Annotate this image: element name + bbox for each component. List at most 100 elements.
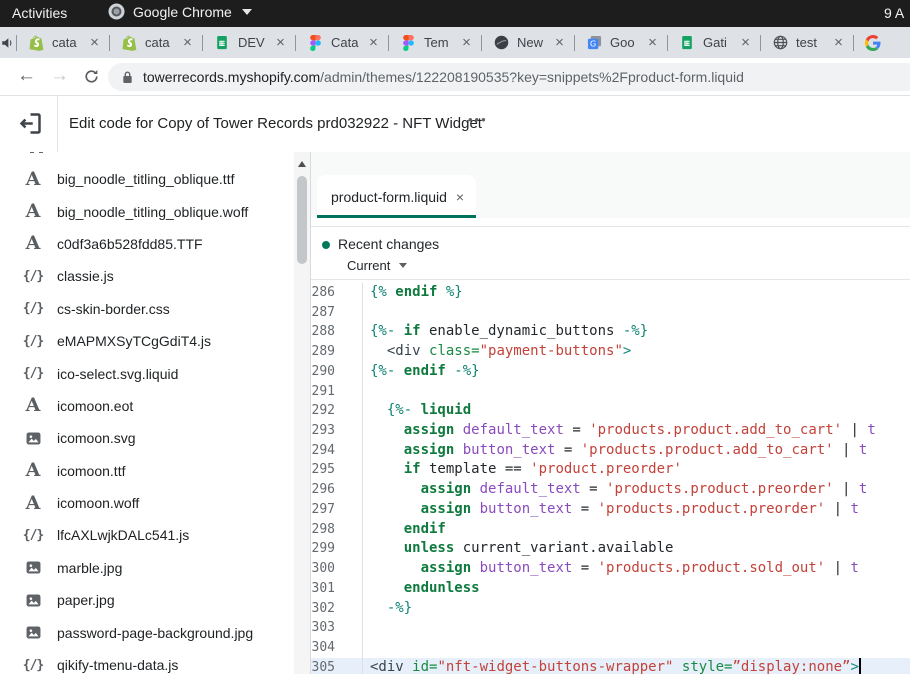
code-row[interactable]: 292 {%- liquid xyxy=(311,401,910,421)
tab-close-icon[interactable]: × xyxy=(645,34,660,51)
code-row[interactable]: 290{%- endif -%} xyxy=(311,362,910,382)
exit-code-editor-button[interactable] xyxy=(17,110,44,137)
file-item[interactable]: {/}lfcAXLwjkDALc541.js xyxy=(0,519,292,551)
code-row[interactable]: 305<div id="nft-widget-buttons-wrapper" … xyxy=(311,658,910,674)
file-item[interactable]: {/}eMAPMXSyTCgGdiT4.js xyxy=(0,325,292,357)
code-line[interactable]: if template == 'product.preorder' xyxy=(363,460,910,480)
image-file-icon xyxy=(18,561,48,574)
code-row[interactable]: 301 endunless xyxy=(311,579,910,599)
code-line[interactable]: endunless xyxy=(363,579,910,599)
close-icon[interactable]: × xyxy=(456,189,464,205)
file-name: paper.jpg xyxy=(57,592,115,608)
code-line[interactable]: assign button_text = 'products.product.a… xyxy=(363,441,910,461)
tab-separator xyxy=(388,35,389,51)
activities-button[interactable]: Activities xyxy=(12,5,67,21)
sphere-icon xyxy=(493,35,509,51)
code-line[interactable]: {%- endif -%} xyxy=(363,362,910,382)
tab-close-icon[interactable]: × xyxy=(366,34,381,51)
back-button[interactable]: ← xyxy=(17,65,36,87)
code-row[interactable]: 304 xyxy=(311,638,910,658)
browser-tab[interactable]: test× xyxy=(762,27,852,58)
tab-close-icon[interactable]: × xyxy=(552,34,567,51)
code-line[interactable]: assign button_text = 'products.product.p… xyxy=(363,500,910,520)
file-item[interactable]: Aicomoon.woff xyxy=(0,487,292,519)
address-bar[interactable]: towerrecords.myshopify.com/admin/themes/… xyxy=(108,63,910,91)
tab-close-icon[interactable]: × xyxy=(831,34,846,51)
code-line[interactable] xyxy=(363,618,910,638)
editor-file-tab[interactable]: product-form.liquid × xyxy=(317,175,476,218)
tab-close-icon[interactable]: × xyxy=(738,34,753,51)
file-item[interactable]: marble.jpg xyxy=(0,552,292,584)
code-row[interactable]: 303 xyxy=(311,618,910,638)
code-line[interactable] xyxy=(363,382,910,402)
file-item[interactable]: Aicomoon.eot xyxy=(0,390,292,422)
file-item[interactable]: {/}cs-skin-border.css xyxy=(0,293,292,325)
browser-tab[interactable]: New× xyxy=(483,27,573,58)
forward-button[interactable]: → xyxy=(50,65,69,87)
version-dropdown[interactable]: Current xyxy=(347,258,407,273)
google-icon xyxy=(865,35,881,51)
browser-tab[interactable]: Cata× xyxy=(297,27,387,58)
code-row[interactable]: 289 <div class="payment-buttons"> xyxy=(311,342,910,362)
code-row[interactable]: 302 -%} xyxy=(311,599,910,619)
code-line[interactable]: unless current_variant.available xyxy=(363,539,910,559)
reload-button[interactable] xyxy=(83,68,100,90)
file-item[interactable]: {/}ico-select.svg.liquid xyxy=(0,357,292,389)
file-item[interactable]: paper.jpg xyxy=(0,584,292,616)
screen: Activities Google Chrome 9 A cata×cata×D… xyxy=(0,0,910,674)
file-item[interactable]: {/}classie.js xyxy=(0,260,292,292)
scroll-up-arrow-icon[interactable] xyxy=(298,161,306,167)
tab-close-icon[interactable]: × xyxy=(273,34,288,51)
code-line[interactable]: <div id="nft-widget-buttons-wrapper" sty… xyxy=(363,658,910,674)
code-row[interactable]: 296 assign default_text = 'products.prod… xyxy=(311,480,910,500)
browser-tab[interactable]: Gati× xyxy=(669,27,759,58)
file-item[interactable]: password-page-background.jpg xyxy=(0,616,292,648)
browser-tab[interactable]: GGoo× xyxy=(576,27,666,58)
code-row[interactable]: 295 if template == 'product.preorder' xyxy=(311,460,910,480)
code-line[interactable]: assign default_text = 'products.product.… xyxy=(363,421,910,441)
code-line[interactable]: {%- if enable_dynamic_buttons -%} xyxy=(363,322,910,342)
browser-tab[interactable]: DEV× xyxy=(204,27,294,58)
more-menu-button[interactable]: ••• xyxy=(468,112,488,127)
code-row[interactable]: 288{%- if enable_dynamic_buttons -%} xyxy=(311,322,910,342)
browser-tab[interactable]: cata× xyxy=(111,27,201,58)
audio-speaker-icon[interactable] xyxy=(0,36,15,50)
code-row[interactable]: 291 xyxy=(311,382,910,402)
file-item[interactable]: icomoon.svg xyxy=(0,422,292,454)
file-item[interactable]: Abig_noodle_titling_oblique.ttf xyxy=(0,163,292,195)
file-item[interactable]: Ac0df3a6b528fdd85.TTF xyxy=(0,228,292,260)
code-row[interactable]: 294 assign button_text = 'products.produ… xyxy=(311,441,910,461)
code-row[interactable]: 299 unless current_variant.available xyxy=(311,539,910,559)
code-line[interactable]: assign default_text = 'products.product.… xyxy=(363,480,910,500)
tab-close-icon[interactable]: × xyxy=(87,34,102,51)
code-row[interactable]: 298 endif xyxy=(311,520,910,540)
line-number: 292 xyxy=(311,401,363,421)
browser-tab[interactable]: Tem× xyxy=(390,27,480,58)
code-row[interactable]: 300 assign button_text = 'products.produ… xyxy=(311,559,910,579)
app-menu[interactable]: Google Chrome xyxy=(108,3,252,20)
lock-icon[interactable] xyxy=(122,70,133,84)
code-line[interactable]: <div class="payment-buttons"> xyxy=(363,342,910,362)
browser-tab[interactable] xyxy=(855,27,910,58)
tab-close-icon[interactable]: × xyxy=(180,34,195,51)
file-item[interactable]: Abig_noodle_titling_oblique.woff xyxy=(0,195,292,227)
font-file-icon: A xyxy=(18,202,48,221)
code-line[interactable]: -%} xyxy=(363,599,910,619)
code-row[interactable]: 286{% endif %} xyxy=(311,283,910,303)
code-line[interactable]: assign button_text = 'products.product.s… xyxy=(363,559,910,579)
code-line[interactable]: {%- liquid xyxy=(363,401,910,421)
browser-tab[interactable]: cata× xyxy=(18,27,108,58)
code-line[interactable] xyxy=(363,638,910,658)
code-row[interactable]: 287 xyxy=(311,303,910,323)
code-line[interactable]: endif xyxy=(363,520,910,540)
code-editor[interactable]: 286{% endif %}287288{%- if enable_dynami… xyxy=(311,281,910,674)
code-line[interactable] xyxy=(363,303,910,323)
code-row[interactable]: 293 assign default_text = 'products.prod… xyxy=(311,421,910,441)
tab-close-icon[interactable]: × xyxy=(459,34,474,51)
scrollbar-thumb[interactable] xyxy=(297,176,307,264)
sidebar-scrollbar[interactable] xyxy=(294,152,310,674)
code-row[interactable]: 297 assign button_text = 'products.produ… xyxy=(311,500,910,520)
file-item[interactable]: {/}qikify-tmenu-data.js xyxy=(0,649,292,674)
code-line[interactable]: {% endif %} xyxy=(363,283,910,303)
file-item[interactable]: Aicomoon.ttf xyxy=(0,455,292,487)
